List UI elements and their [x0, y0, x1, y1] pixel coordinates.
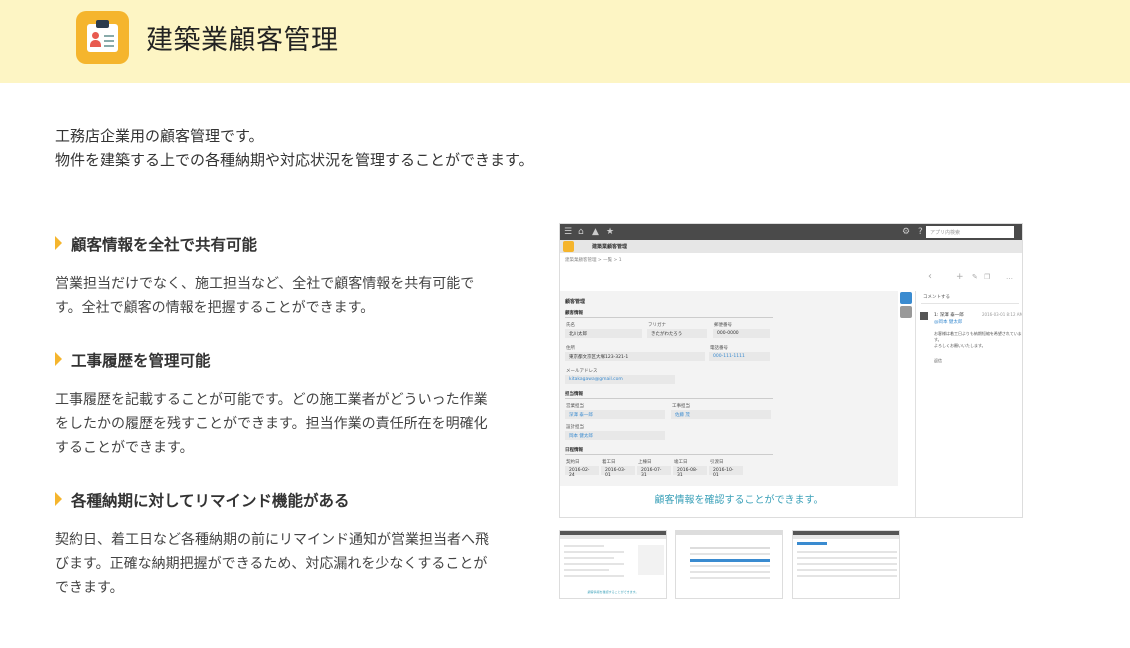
- more-icon: …: [1006, 273, 1013, 281]
- feature-title: 各種納期に対してリマインド機能がある: [55, 489, 350, 511]
- avatar: [920, 312, 928, 320]
- comment-header: コメントする: [923, 295, 950, 300]
- feature-desc-line: 営業担当だけでなく、施工担当など、全社で顧客情報を共有可能で: [55, 276, 475, 292]
- field-date: 2016-10-01: [709, 466, 743, 478]
- label-construction: 工事担当: [672, 404, 690, 409]
- thumbnail-1[interactable]: 顧客情報を確認することができます。: [559, 530, 667, 599]
- section-staff: 担当情報: [565, 392, 583, 397]
- field-zip: 000-0000: [713, 329, 770, 338]
- feature-title: 工事履歴を管理可能: [55, 349, 211, 371]
- feature-desc-line: す。全社で顧客の情報を把握することができます。: [55, 300, 375, 316]
- star-icon: ★: [606, 227, 615, 237]
- section-customer: 顧客情報: [565, 311, 583, 316]
- customer-card-icon: [76, 11, 129, 64]
- label-address: 住所: [566, 346, 575, 351]
- main-screenshot[interactable]: ☰ ⌂ ▲ ★ ⚙ ? アプリ内検索 建築業顧客管理 建築業顧客管理 > 一覧 …: [559, 223, 1023, 518]
- prev-icon: ‹: [928, 271, 932, 282]
- feature-desc-line: 契約日、着工日など各種納期の前にリマインド通知が営業担当者へ飛: [55, 532, 489, 548]
- help-icon: ?: [918, 227, 923, 237]
- menu-icon: ☰: [564, 227, 573, 237]
- feature-desc-line: びます。正確な納期把握ができるため、対応漏れを少なくすることが: [55, 556, 488, 572]
- comment-reply: 返信: [934, 358, 942, 363]
- label-phone: 電話番号: [710, 346, 728, 351]
- comment-body: よろしくお願いいたします。: [934, 343, 986, 348]
- feature-description: 工事履歴を記載することが可能です。どの施工業者がどういった作業 をしたかの履歴を…: [55, 388, 525, 460]
- feature-desc-line: をしたかの履歴を残すことができます。担当作業の責任所在を明確化: [55, 416, 488, 432]
- record-panel: 顧客管理 顧客情報 氏名 北川太郎 フリガナ きたがわたろう 郵便番号 000-…: [560, 291, 898, 517]
- copy-icon: ❐: [984, 273, 991, 281]
- field-date: 2016-03-01: [601, 466, 635, 478]
- field-kana: きたがわたろう: [647, 329, 707, 338]
- field-design: 岡本 健太郎: [565, 431, 665, 440]
- comment-author: 1: 深澤 泰一郎: [934, 313, 964, 318]
- breadcrumb: 建築業顧客管理 > 一覧 > 1: [565, 258, 622, 263]
- gear-icon: ⚙: [902, 227, 911, 237]
- field-date: 2016-07-31: [637, 466, 671, 478]
- screenshot-caption: 顧客情報を確認することができます。: [560, 486, 898, 517]
- comment-mention: @岡本 健太郎: [934, 320, 963, 325]
- feature-desc-line: 工事履歴を記載することが可能です。どの施工業者がどういった作業: [55, 392, 488, 408]
- label-date: 引渡日: [710, 460, 724, 465]
- label-zip: 郵便番号: [714, 323, 732, 328]
- thumbnail-caption: 顧客情報を確認することができます。: [587, 590, 639, 594]
- app-header: 建築業顧客管理: [0, 0, 1130, 83]
- edit-icon: ✎: [972, 273, 978, 281]
- description-line: 工務店企業用の顧客管理です。: [55, 127, 264, 145]
- field-name: 北川太郎: [565, 329, 642, 338]
- comment-body: お客様は着工日よりも納期短縮を希望されていま: [934, 331, 1022, 336]
- home-icon: ⌂: [578, 227, 584, 237]
- app-title: 建築業顧客管理: [146, 25, 339, 56]
- label-design: 設計担当: [566, 425, 584, 430]
- app-mini-icon: [563, 241, 574, 252]
- comment-toggle-icon: [900, 292, 912, 304]
- label-date: 上棟日: [638, 460, 652, 465]
- comment-time: 2016-03-01 8:12 AM: [982, 312, 1023, 317]
- label-date: 契約日: [566, 460, 580, 465]
- section-dates: 日程情報: [565, 448, 583, 453]
- feature-description: 契約日、着工日など各種納期の前にリマインド通知が営業担当者へ飛 びます。正確な納…: [55, 528, 525, 600]
- feature-desc-line: することができます。: [55, 440, 194, 456]
- record-title: 顧客管理: [565, 299, 586, 305]
- history-toggle-icon: [900, 306, 912, 318]
- kintone-topbar: ☰ ⌂ ▲ ★ ⚙ ? アプリ内検索: [560, 224, 1022, 240]
- description-line: 物件を建築する上での各種納期や対応状況を管理することができます。: [55, 151, 534, 169]
- field-address: 東京都文京区大塚123-321-1: [565, 352, 705, 361]
- field-date: 2016-02-24: [565, 466, 599, 478]
- field-date: 2016-08-31: [673, 466, 707, 478]
- bell-icon: ▲: [592, 227, 599, 237]
- feature-title: 顧客情報を全社で共有可能: [55, 233, 257, 255]
- label-sales: 営業担当: [566, 404, 584, 409]
- thumbnail-2[interactable]: [675, 530, 783, 599]
- feature-desc-line: できます。: [55, 580, 124, 596]
- label-name: 氏名: [566, 323, 575, 328]
- app-name: 建築業顧客管理: [592, 244, 628, 250]
- app-description: 工務店企業用の顧客管理です。 物件を建築する上での各種納期や対応状況を管理するこ…: [55, 124, 534, 172]
- label-date: 竣工日: [674, 460, 688, 465]
- field-sales: 深澤 泰一郎: [565, 410, 665, 419]
- app-bar: 建築業顧客管理: [560, 240, 1022, 253]
- label-date: 着工日: [602, 460, 616, 465]
- search-input: アプリ内検索: [926, 226, 1014, 238]
- comment-panel: コメントする 1: 深澤 泰一郎 2016-03-01 8:12 AM @岡本 …: [915, 291, 1023, 517]
- field-construction: 佐藤 茂: [671, 410, 771, 419]
- add-icon: +: [956, 272, 964, 282]
- label-email: メールアドレス: [566, 369, 598, 374]
- field-email: kitakagawa@gmail.com: [565, 375, 675, 384]
- feature-description: 営業担当だけでなく、施工担当など、全社で顧客情報を共有可能で す。全社で顧客の情…: [55, 272, 525, 320]
- field-phone: 000-111-1111: [709, 352, 770, 361]
- label-kana: フリガナ: [648, 323, 666, 328]
- thumbnail-3[interactable]: [792, 530, 900, 599]
